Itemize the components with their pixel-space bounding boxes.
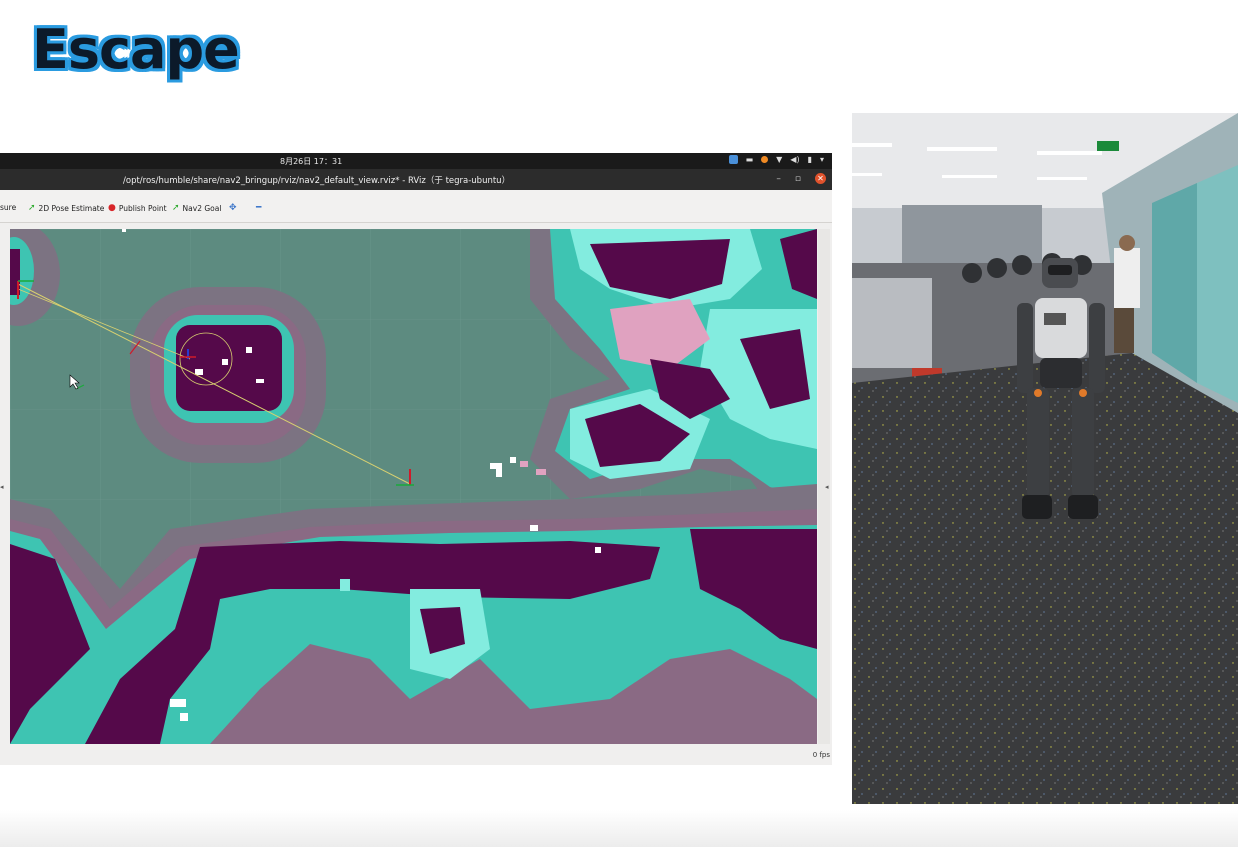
close-icon[interactable]: ✕ xyxy=(815,173,826,184)
pose-estimate-button[interactable]: ➚ 2D Pose Estimate xyxy=(28,203,104,213)
add-tool-icon: ✥ xyxy=(229,203,237,213)
goal-arrow-icon: ➚ xyxy=(172,203,180,213)
right-panel-collapse-icon[interactable]: ◂ xyxy=(825,483,829,491)
robot-photo xyxy=(852,113,1238,804)
wifi-icon[interactable]: ▼ xyxy=(776,155,782,164)
rviz-screenshot: 8月26日 17：31 ▬ ▼ ◀) ▮ ▾ /opt/ros/humble/s… xyxy=(0,153,832,765)
nav2-goal-label: Nav2 Goal xyxy=(182,203,222,213)
restore-icon[interactable]: ▫ xyxy=(795,174,801,184)
remove-tool-icon: ━ xyxy=(256,203,262,213)
window-title: /opt/ros/humble/share/nav2_bringup/rviz/… xyxy=(123,176,511,186)
notification-dot-icon[interactable] xyxy=(761,156,769,163)
publish-point-label: Publish Point xyxy=(118,203,167,213)
pose-arrow-icon: ➚ xyxy=(28,203,36,213)
slide-title: Escape xyxy=(32,18,240,81)
map-pin-icon: ● xyxy=(108,203,116,213)
pose-estimate-label: 2D Pose Estimate xyxy=(38,203,105,213)
keyboard-icon[interactable]: ▬ xyxy=(746,155,754,164)
measure-tool-label: sure xyxy=(0,203,17,212)
system-top-bar: 8月26日 17：31 ▬ ▼ ◀) ▮ ▾ xyxy=(0,153,832,169)
system-tray: ▬ ▼ ◀) ▮ ▾ xyxy=(728,155,824,164)
slide-footer xyxy=(0,810,1238,847)
window-title-bar: /opt/ros/humble/share/nav2_bringup/rviz/… xyxy=(0,169,832,190)
clock: 8月26日 17：31 xyxy=(280,157,343,166)
fps-counter: 0 fps xyxy=(812,751,830,759)
volume-icon[interactable]: ◀) xyxy=(790,155,799,164)
nav2-goal-button[interactable]: ➚ Nav2 Goal xyxy=(172,203,221,213)
obstacle-island xyxy=(130,287,326,463)
robot-photo-drawing xyxy=(852,113,1238,804)
add-tool-button[interactable]: ✥ xyxy=(229,203,237,213)
costmap-render xyxy=(10,229,817,744)
rviz-toolbar: sure ➚ 2D Pose Estimate ● Publish Point … xyxy=(0,190,832,223)
measure-tool-button[interactable]: sure xyxy=(0,203,16,212)
remove-tool-button[interactable]: ━ xyxy=(256,203,261,213)
battery-icon[interactable]: ▮ xyxy=(808,155,812,164)
minimize-icon[interactable]: – xyxy=(776,174,781,184)
left-panel-collapse-icon[interactable]: ◂ xyxy=(0,483,4,491)
costmap-viewport[interactable] xyxy=(10,229,817,744)
chevron-down-icon[interactable]: ▾ xyxy=(820,155,824,164)
publish-point-button[interactable]: ● Publish Point xyxy=(108,203,167,213)
app-indicator-icon[interactable] xyxy=(728,155,738,164)
